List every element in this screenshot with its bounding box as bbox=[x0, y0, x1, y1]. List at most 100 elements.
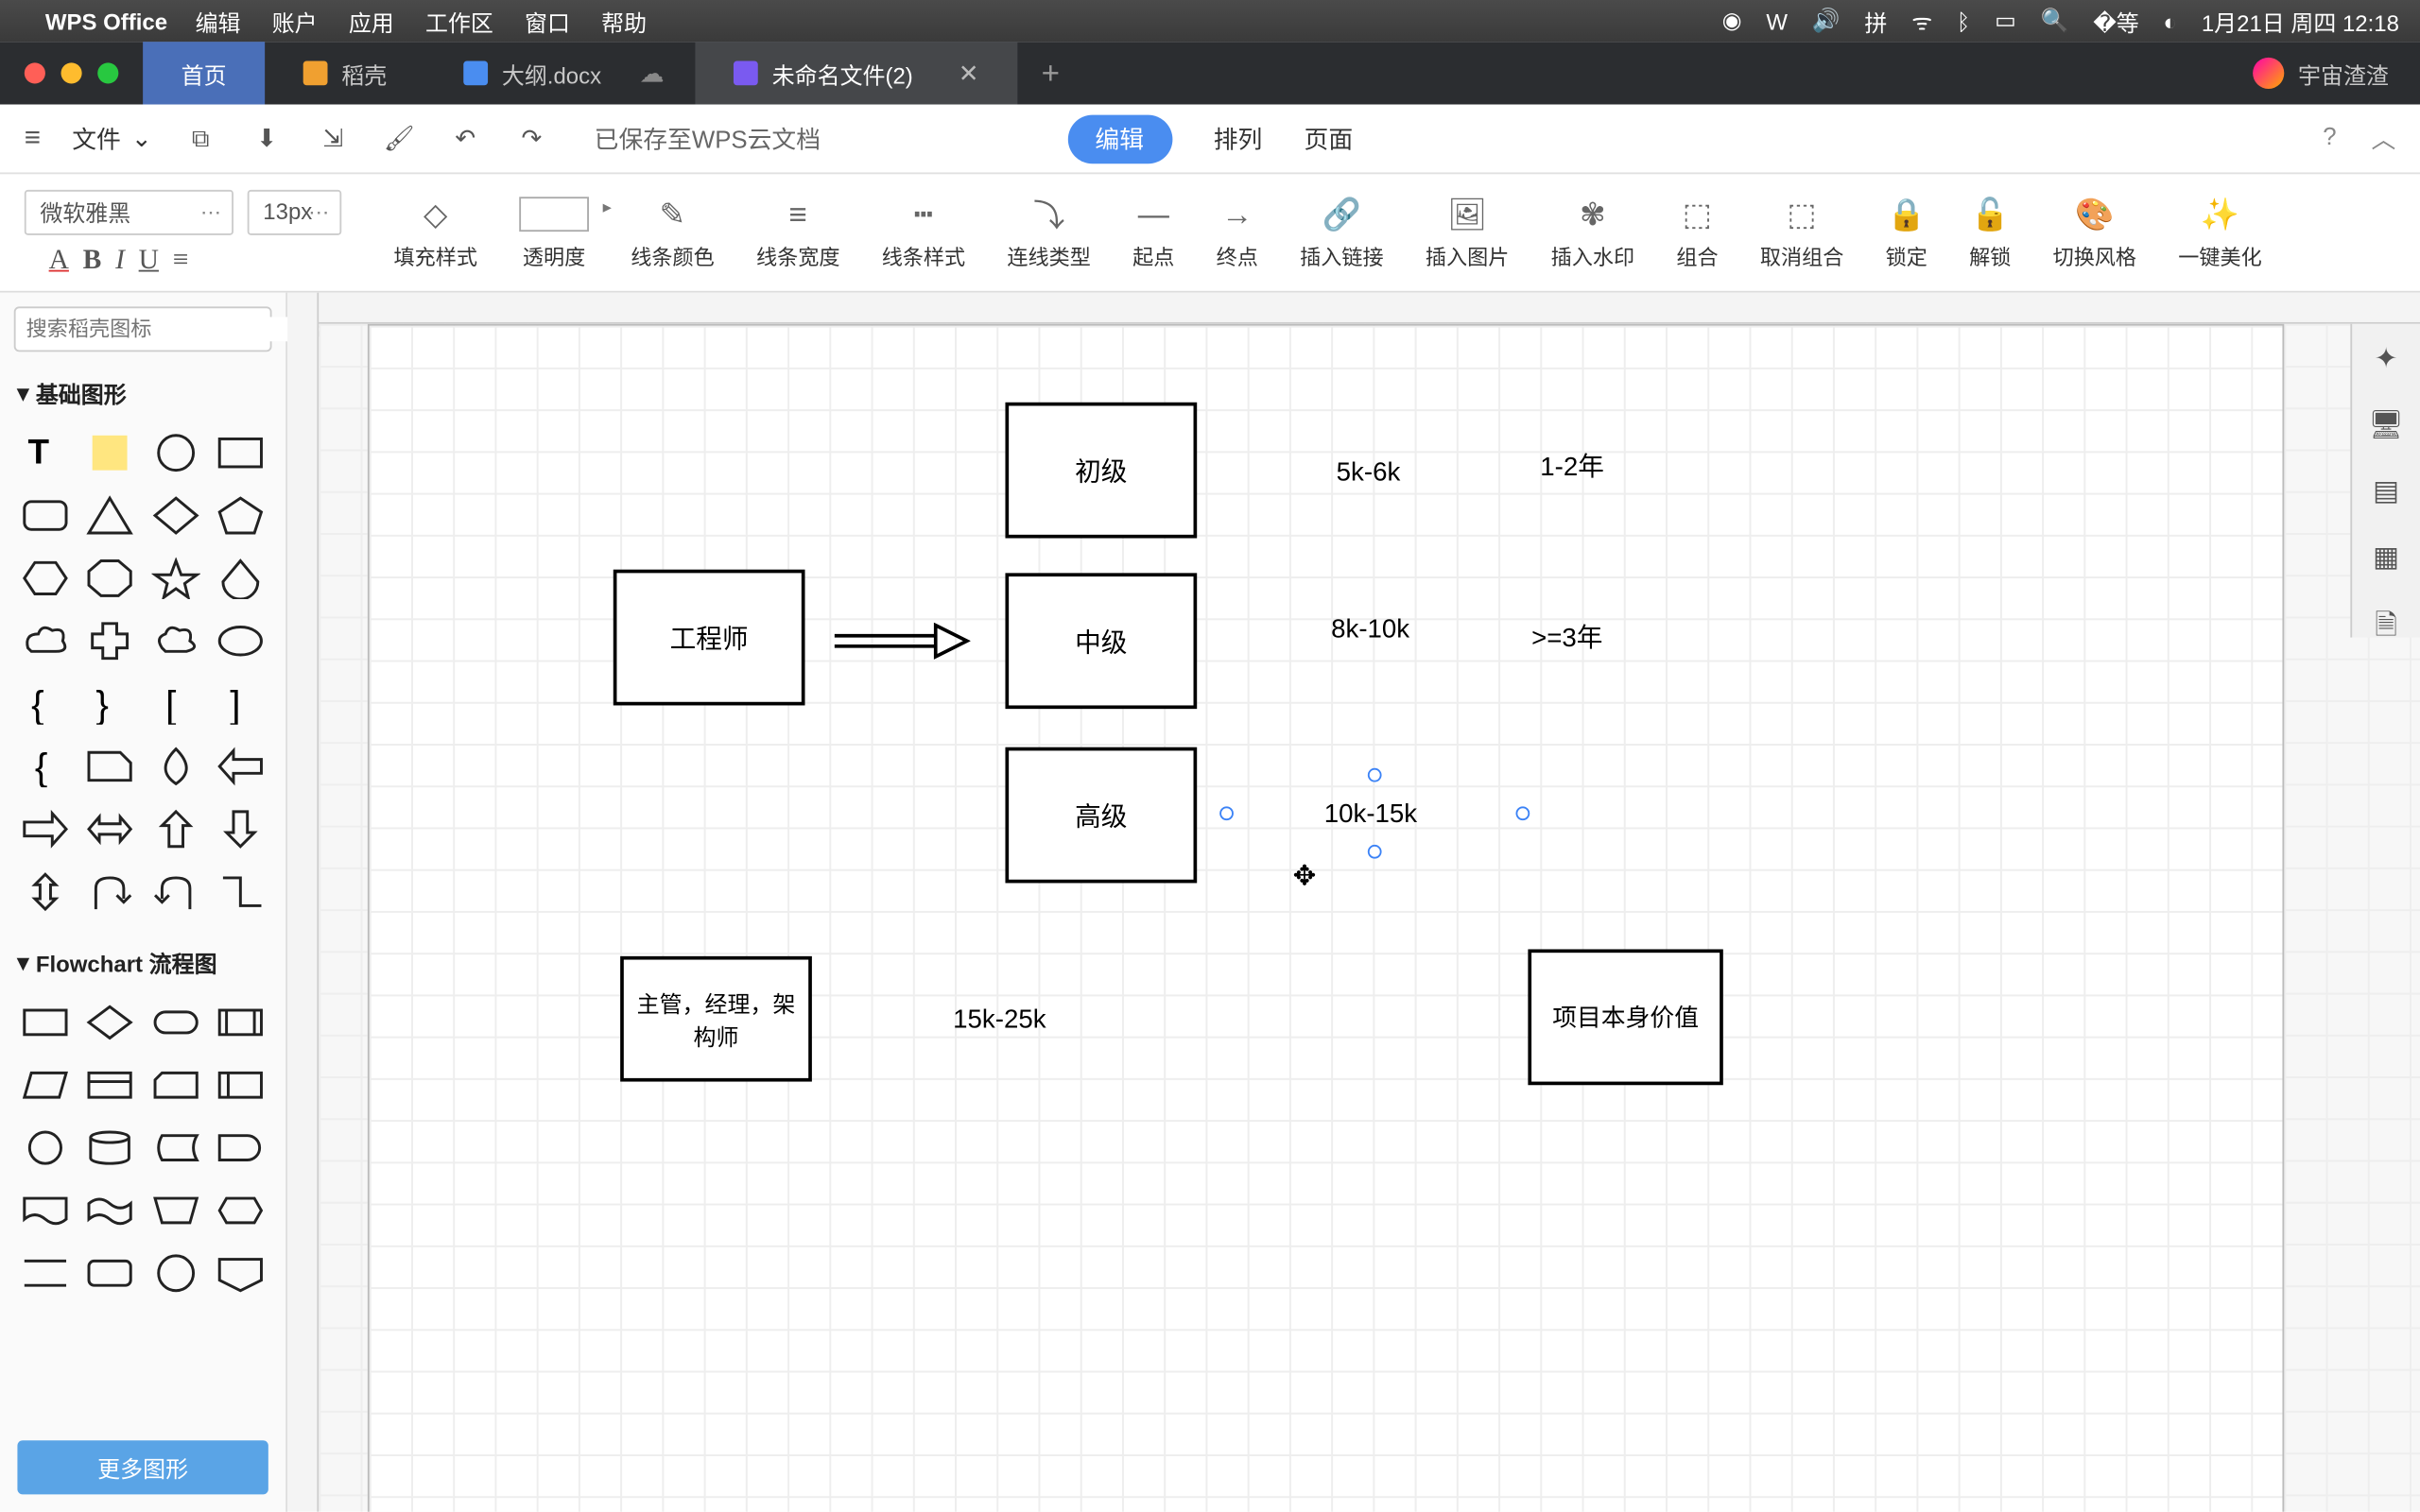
insert-link-group[interactable]: 🔗插入链接 bbox=[1279, 174, 1405, 290]
user-account[interactable]: 宇宙渣渣 bbox=[2221, 57, 2420, 90]
shape-rect[interactable] bbox=[214, 427, 268, 479]
menu-window[interactable]: 窗口 bbox=[525, 5, 570, 38]
insert-image-group[interactable]: 🖼插入图片 bbox=[1405, 174, 1530, 290]
node-project-value[interactable]: 项目本身价值 bbox=[1528, 949, 1722, 1085]
node-engineer[interactable]: 工程师 bbox=[614, 570, 805, 706]
connector-group[interactable]: ⤵连线类型 bbox=[986, 174, 1112, 290]
fill-style-group[interactable]: ◇填充样式 bbox=[372, 174, 498, 290]
selection-handle-n[interactable] bbox=[1368, 768, 1382, 782]
insert-watermark-group[interactable]: ✾插入水印 bbox=[1530, 174, 1656, 290]
tab-unnamed[interactable]: 未命名文件(2)✕ bbox=[696, 42, 1017, 104]
shape-uturn-right[interactable] bbox=[148, 866, 203, 918]
fc-decision[interactable] bbox=[83, 996, 138, 1048]
shape-arrow-left[interactable] bbox=[214, 740, 268, 792]
selection-handle-s[interactable] bbox=[1368, 845, 1382, 859]
tab-home[interactable]: 首页 bbox=[143, 42, 265, 104]
menu-help[interactable]: 帮助 bbox=[601, 5, 647, 38]
node-junior[interactable]: 初级 bbox=[1005, 403, 1197, 539]
tab-outline-doc[interactable]: 大纲.docx bbox=[425, 42, 640, 104]
window-close[interactable] bbox=[25, 62, 45, 83]
section-basic-shapes[interactable]: ▾ 基础图形 bbox=[0, 366, 285, 420]
format-painter-icon[interactable]: 🖌 bbox=[382, 121, 417, 156]
group-group[interactable]: ⬚组合 bbox=[1655, 174, 1738, 290]
shape-brace-right[interactable]: } bbox=[83, 678, 138, 730]
shape-triangle[interactable] bbox=[83, 490, 138, 541]
dock-page-icon[interactable]: 🗎 bbox=[2375, 606, 2397, 653]
tab-daoker[interactable]: 稻壳 bbox=[265, 42, 425, 104]
user-tray-icon[interactable]: ◐ bbox=[2164, 8, 2177, 34]
underline-icon[interactable]: U bbox=[139, 245, 159, 276]
selection-handle-w[interactable] bbox=[1219, 806, 1234, 820]
align-icon[interactable]: ≡ bbox=[173, 245, 189, 276]
fc-stored[interactable] bbox=[148, 1122, 203, 1174]
node-senior[interactable]: 高级 bbox=[1005, 747, 1197, 884]
window-zoom[interactable] bbox=[97, 62, 118, 83]
window-minimize[interactable] bbox=[61, 62, 82, 83]
menu-app[interactable]: 应用 bbox=[349, 5, 394, 38]
node-manager[interactable]: 主管，经理，架构师 bbox=[620, 956, 812, 1082]
ime-icon[interactable]: 拼 bbox=[1864, 5, 1887, 38]
record-icon[interactable]: ◉ bbox=[1722, 7, 1742, 34]
fc-card2[interactable] bbox=[148, 1059, 203, 1111]
copy-icon[interactable]: ⧉ bbox=[183, 121, 218, 156]
menu-account[interactable]: 账户 bbox=[272, 5, 318, 38]
shape-drop[interactable] bbox=[148, 740, 203, 792]
shape-bracket-left[interactable]: [ bbox=[148, 678, 203, 730]
shape-circle[interactable] bbox=[148, 427, 203, 479]
download-icon[interactable]: ⬇ bbox=[250, 121, 285, 156]
line-color-group[interactable]: ✎线条颜色 bbox=[610, 174, 735, 290]
bluetooth-icon[interactable]: ᛒ bbox=[1957, 8, 1970, 34]
fc-preparation[interactable] bbox=[214, 1184, 268, 1236]
shape-card[interactable] bbox=[83, 740, 138, 792]
fc-line[interactable] bbox=[17, 1247, 72, 1299]
control-center-icon[interactable]: �等 bbox=[2093, 5, 2139, 38]
wifi-icon[interactable]: ᯤ bbox=[1911, 6, 1932, 37]
export-icon[interactable]: ⇲ bbox=[316, 121, 351, 156]
line-end-group[interactable]: →终点 bbox=[1196, 174, 1279, 290]
bold-icon[interactable]: B bbox=[83, 245, 102, 276]
text-salary-senior[interactable]: 10k-15k bbox=[1324, 799, 1417, 829]
shape-cloud[interactable] bbox=[148, 615, 203, 667]
shape-text[interactable]: T bbox=[17, 427, 72, 479]
shape-octagon[interactable] bbox=[83, 552, 138, 604]
dock-navigator-icon[interactable]: ✦ bbox=[2375, 341, 2398, 376]
collapse-ribbon-icon[interactable]: ︿ bbox=[2371, 121, 2395, 156]
tab-add-button[interactable]: + bbox=[1017, 55, 1084, 92]
hamburger-icon[interactable]: ≡ bbox=[25, 123, 41, 154]
shape-plus[interactable] bbox=[83, 615, 138, 667]
dock-layers-icon[interactable]: ▤ bbox=[2373, 473, 2399, 508]
shape-note[interactable] bbox=[83, 427, 138, 479]
fc-database[interactable] bbox=[83, 1122, 138, 1174]
dock-outline-icon[interactable]: 🖥 bbox=[2368, 407, 2403, 442]
font-color-icon[interactable]: A bbox=[49, 245, 69, 276]
fc-document[interactable] bbox=[17, 1184, 72, 1236]
text-salary-manager[interactable]: 15k-25k bbox=[953, 1005, 1046, 1034]
fc-subprocess[interactable] bbox=[214, 1059, 268, 1111]
fc-terminator[interactable] bbox=[148, 996, 203, 1048]
beautify-group[interactable]: ✨一键美化 bbox=[2157, 174, 2283, 290]
font-size-select[interactable]: 13px bbox=[248, 189, 342, 234]
opacity-group[interactable]: 透明度 bbox=[498, 174, 610, 290]
lock-group[interactable]: 🔒锁定 bbox=[1864, 174, 1947, 290]
shape-star[interactable] bbox=[148, 552, 203, 604]
italic-icon[interactable]: I bbox=[115, 245, 125, 276]
selection-handle-e[interactable] bbox=[1515, 806, 1530, 820]
horizontal-ruler[interactable] bbox=[319, 293, 2420, 324]
unlock-group[interactable]: 🔓解锁 bbox=[1948, 174, 2031, 290]
line-style-group[interactable]: ┅线条样式 bbox=[861, 174, 987, 290]
ungroup-group[interactable]: ⬚取消组合 bbox=[1739, 174, 1865, 290]
diagram-page[interactable]: 工程师 初级 中级 高级 5k-6k 8k-10k 10k-15k bbox=[368, 324, 2284, 1512]
menubar-clock[interactable]: 1月21日 周四 12:18 bbox=[2202, 5, 2399, 38]
shape-arrow-ud[interactable] bbox=[17, 866, 72, 918]
fc-connector[interactable] bbox=[17, 1122, 72, 1174]
help-icon[interactable]: ? bbox=[2323, 121, 2336, 156]
shape-arrow-lr[interactable] bbox=[83, 803, 138, 855]
mode-edit[interactable]: 编辑 bbox=[1067, 114, 1172, 163]
battery-icon[interactable]: ▭ bbox=[1995, 7, 2016, 34]
fc-internal[interactable] bbox=[83, 1059, 138, 1111]
menu-edit[interactable]: 编辑 bbox=[196, 5, 241, 38]
line-start-group[interactable]: —起点 bbox=[1112, 174, 1195, 290]
cloud-sync-icon[interactable]: ☁ bbox=[640, 59, 665, 88]
fc-tape[interactable] bbox=[83, 1184, 138, 1236]
shape-hexagon[interactable] bbox=[17, 552, 72, 604]
